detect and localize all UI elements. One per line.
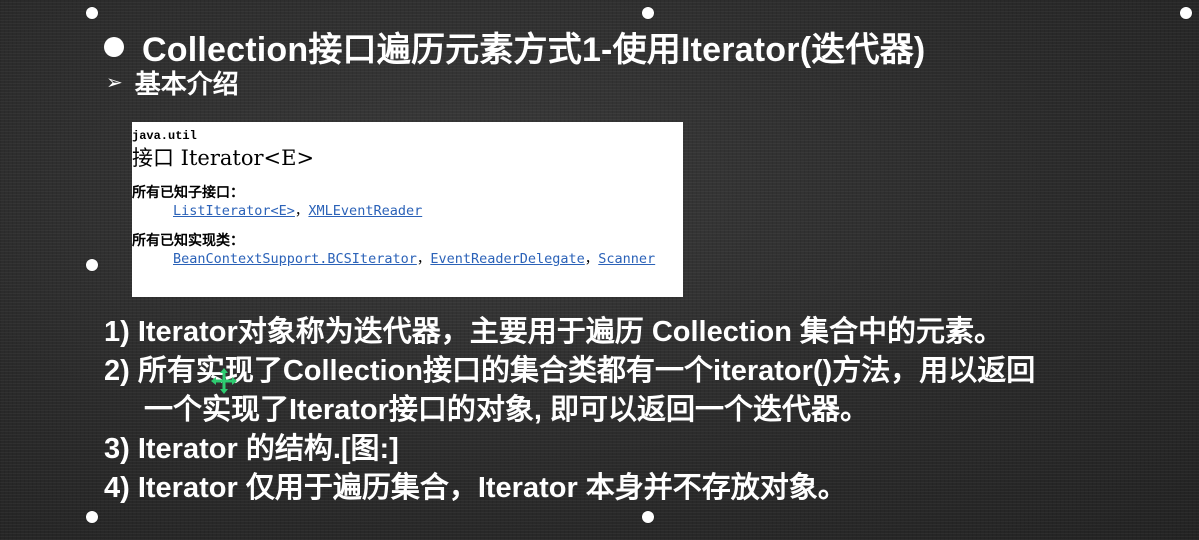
doc-separator: ，	[294, 203, 309, 219]
doc-separator: ，	[416, 251, 431, 267]
bullet-icon	[104, 36, 124, 57]
point-1: 1) Iterator对象称为迭代器，主要用于遍历 Collection 集合中…	[104, 316, 1004, 348]
doc-link-scanner[interactable]: Scanner	[598, 251, 655, 267]
doc-link-xmleventreader[interactable]: XMLEventReader	[308, 203, 422, 219]
doc-subinterfaces-label: 所有已知子接口：	[132, 185, 244, 201]
slide-subtitle-text: 基本介绍	[134, 69, 239, 99]
doc-heading: 接口 Iterator<E>	[132, 146, 315, 170]
resize-handle-bottom-center[interactable]	[642, 511, 654, 523]
point-4: 4) Iterator 仅用于遍历集合，Iterator 本身并不存放对象。	[104, 472, 847, 504]
resize-handle-top-left[interactable]	[86, 7, 98, 19]
point-2-continued: 一个实现了Iterator接口的对象, 即可以返回一个迭代器。	[144, 394, 870, 426]
point-3: 3) Iterator 的结构.[图:]	[104, 433, 399, 465]
javadoc-screenshot: java.util 接口 Iterator<E> 所有已知子接口： ListIt…	[132, 122, 683, 297]
doc-link-listiterator[interactable]: ListIterator<E>	[173, 203, 295, 219]
point-2: 2) 所有实现了Collection接口的集合类都有一个iterator()方法…	[104, 355, 1036, 387]
arrowhead-icon: ➢	[106, 72, 123, 94]
resize-handle-middle-left[interactable]	[86, 259, 98, 271]
doc-link-bcsiterator[interactable]: BeanContextSupport.BCSIterator	[173, 251, 417, 267]
doc-subinterfaces-list: ListIterator<E>，XMLEventReader	[132, 202, 683, 220]
points-list[interactable]: 1) Iterator对象称为迭代器，主要用于遍历 Collection 集合中…	[104, 313, 1189, 508]
slide-subtitle[interactable]: ➢ 基本介绍	[106, 64, 239, 101]
resize-handle-bottom-left[interactable]	[86, 511, 98, 523]
resize-handle-top-right[interactable]	[1180, 7, 1192, 19]
doc-link-eventreaderdelegate[interactable]: EventReaderDelegate	[430, 251, 584, 267]
slide-title-text: Collection接口遍历元素方式1-使用Iterator(迭代器)	[142, 31, 926, 69]
doc-impl-label: 所有已知实现类：	[132, 233, 244, 249]
move-cursor-icon	[211, 368, 237, 394]
doc-impl-list: BeanContextSupport.BCSIterator，EventRead…	[132, 250, 683, 268]
resize-handle-top-center[interactable]	[642, 7, 654, 19]
doc-separator: ，	[584, 251, 599, 267]
doc-package: java.util	[132, 129, 197, 143]
